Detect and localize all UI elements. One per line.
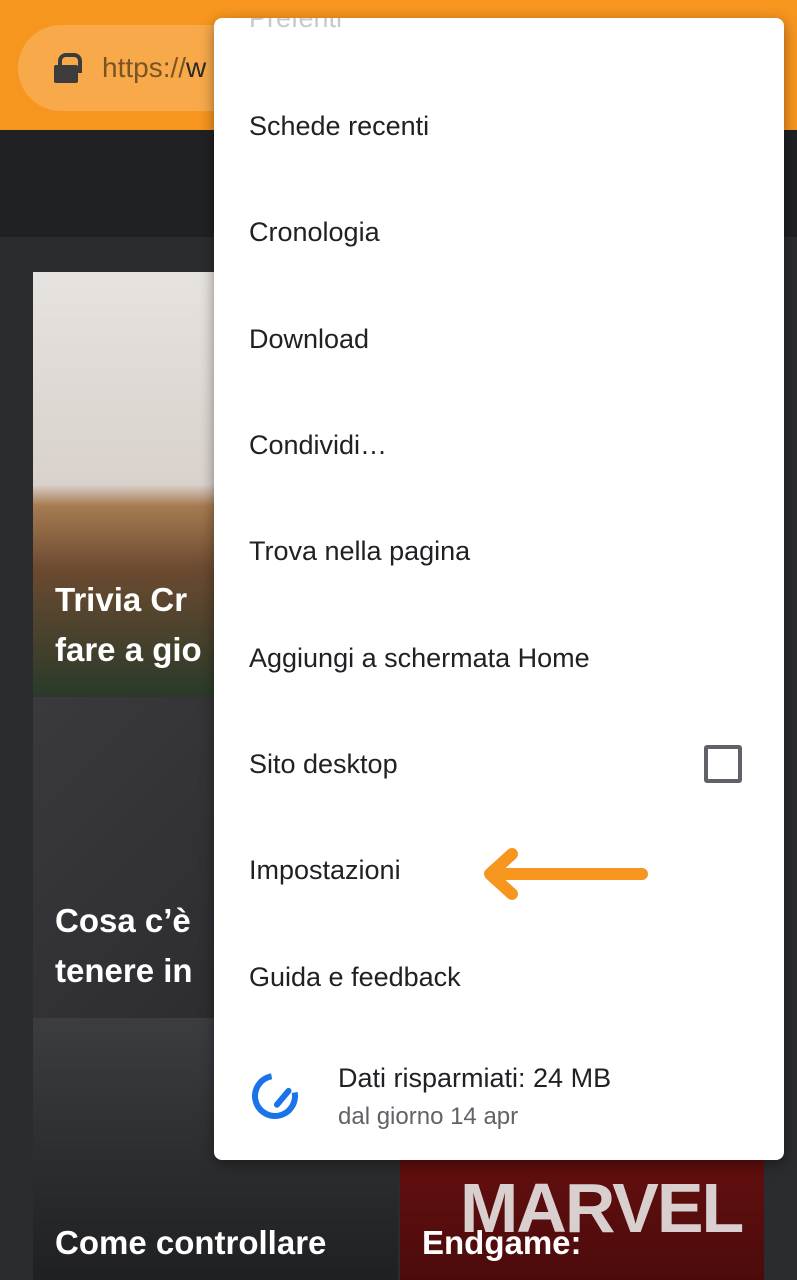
- menu-item-condividi[interactable]: Condividi…: [214, 392, 784, 498]
- data-saver-subtitle: dal giorno 14 apr: [338, 1103, 519, 1130]
- article-title: Come controllare: [55, 1224, 327, 1261]
- url-scheme: https://: [102, 52, 187, 83]
- menu-item-label: Sito desktop: [249, 748, 398, 779]
- annotation-arrow-icon: [484, 848, 648, 900]
- url-host: w: [186, 52, 207, 83]
- menu-item-aggiungi-home[interactable]: Aggiungi a schermata Home: [214, 605, 784, 711]
- menu-item-cronologia[interactable]: Cronologia: [214, 179, 784, 285]
- menu-item-label: Schede recenti: [249, 110, 430, 141]
- data-saver-item[interactable]: Dati risparmiati: 24 MB dal giorno 14 ap…: [214, 1043, 784, 1153]
- lock-icon: [54, 53, 82, 83]
- menu-item-label: Download: [249, 323, 370, 354]
- overflow-menu: Preferiti Schede recenti Cronologia Down…: [214, 18, 784, 1160]
- menu-item-label: Aggiungi a schermata Home: [249, 642, 590, 673]
- menu-item-label: Impostazioni: [249, 854, 401, 885]
- menu-item-label: Preferiti: [249, 18, 342, 34]
- sito-desktop-checkbox[interactable]: [704, 745, 742, 783]
- menu-item-label: Trova nella pagina: [249, 535, 471, 566]
- speedometer-icon: [242, 1063, 308, 1129]
- menu-item-label: Cronologia: [249, 216, 380, 247]
- menu-item-download[interactable]: Download: [214, 286, 784, 392]
- url-text: https://w: [102, 52, 206, 84]
- menu-item-trova-nella-pagina[interactable]: Trova nella pagina: [214, 498, 784, 604]
- menu-item-guida-feedback[interactable]: Guida e feedback: [214, 924, 784, 1030]
- menu-item-label: Guida e feedback: [249, 961, 461, 992]
- article-title: Cosa c’è: [55, 902, 191, 939]
- menu-item-sito-desktop[interactable]: Sito desktop: [214, 711, 784, 817]
- article-title: Endgame:: [422, 1224, 582, 1261]
- article-title: Trivia Cr: [55, 581, 188, 618]
- menu-item-schede-recenti[interactable]: Schede recenti: [214, 73, 784, 179]
- article-title: tenere in: [55, 952, 193, 989]
- article-title: fare a gio: [55, 631, 202, 668]
- menu-item-label: Condividi…: [249, 429, 388, 460]
- data-saver-title: Dati risparmiati: 24 MB: [338, 1063, 612, 1093]
- menu-item-preferiti[interactable]: Preferiti: [214, 18, 784, 71]
